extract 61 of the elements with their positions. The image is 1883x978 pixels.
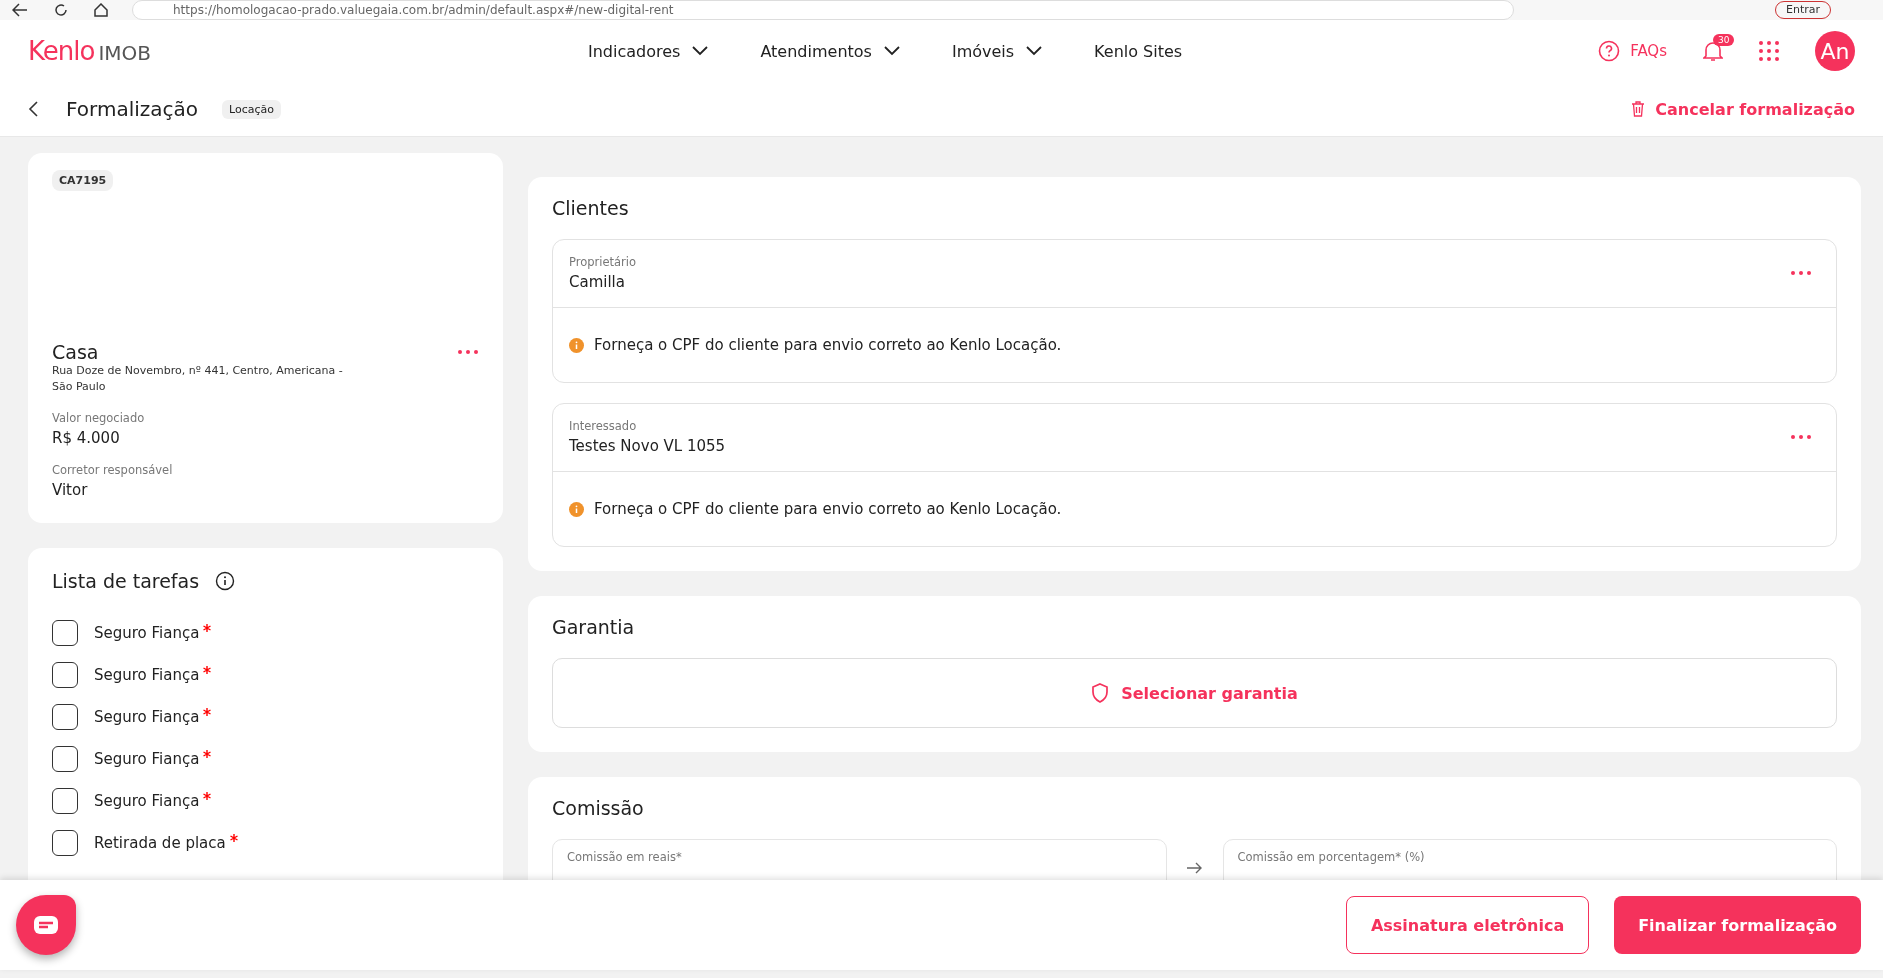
info-icon[interactable] — [215, 571, 236, 591]
property-code: CA7195 — [52, 170, 114, 191]
help-icon — [1598, 40, 1621, 62]
client-role: Proprietário — [569, 255, 637, 269]
select-guarantee-button[interactable]: Selecionar garantia — [552, 658, 1837, 728]
nav-menu-item[interactable]: Kenlo Sites — [1094, 41, 1183, 61]
shield-icon — [1091, 683, 1110, 703]
section-title: Garantia — [552, 616, 636, 638]
more-icon[interactable] — [1790, 434, 1812, 440]
nav-menu-item[interactable]: Atendimentos — [760, 41, 900, 61]
task-label: Seguro Fiança — [94, 750, 200, 768]
cancel-button[interactable]: Cancelar formalização — [1631, 99, 1855, 119]
finalize-button[interactable]: Finalizar formalização — [1614, 896, 1861, 954]
signature-button[interactable]: Assinatura eletrônica — [1345, 896, 1590, 954]
property-address: Rua Doze de Novembro, nº 441, Centro, Americana - São Paulo — [52, 363, 344, 395]
checkbox[interactable] — [52, 830, 78, 856]
section-title: Lista de tarefas — [52, 570, 200, 592]
property-type: Casa — [52, 341, 99, 363]
chat-button[interactable] — [16, 895, 76, 955]
task-label: Seguro Fiança — [94, 624, 200, 642]
client-name: Testes Novo VL 1055 — [569, 437, 726, 455]
chat-icon — [34, 916, 58, 934]
client-role: Interessado — [569, 419, 638, 433]
notification-badge: 30 — [1713, 34, 1735, 46]
task-label: Seguro Fiança — [94, 708, 200, 726]
logo[interactable]: Kenlo IMOB — [28, 36, 588, 66]
field-label: Valor negociado — [52, 411, 146, 425]
home-icon[interactable] — [94, 3, 108, 17]
more-icon[interactable] — [1790, 270, 1812, 276]
task-label: Seguro Fiança — [94, 666, 200, 684]
task-label: Seguro Fiança — [94, 792, 200, 810]
warning-icon — [569, 501, 584, 517]
apps-grid-icon[interactable] — [1759, 41, 1779, 61]
faq-link[interactable]: FAQs — [1598, 40, 1667, 62]
more-icon[interactable] — [457, 349, 479, 355]
user-avatar[interactable]: An — [1815, 31, 1855, 71]
checkbox[interactable] — [52, 746, 78, 772]
nav-menu-item[interactable]: Imóveis — [951, 41, 1043, 61]
field-label: Corretor responsável — [52, 463, 174, 477]
warning-icon — [569, 337, 584, 353]
page-title: Formalização — [66, 97, 198, 121]
reload-icon[interactable] — [54, 3, 68, 17]
checkbox[interactable] — [52, 662, 78, 688]
type-tag: Locação — [222, 99, 281, 119]
field-value: R$ 4.000 — [52, 429, 121, 447]
field-value: Vitor — [52, 481, 89, 499]
address-bar[interactable]: https://homologacao-prado.valuegaia.com.br/admin/default.aspx#/new-digital-rent — [132, 0, 1514, 20]
checkbox[interactable] — [52, 620, 78, 646]
section-title: Clientes — [552, 197, 630, 219]
trash-icon — [1631, 101, 1646, 117]
arrow-right-icon — [1186, 861, 1203, 874]
checkbox[interactable] — [52, 788, 78, 814]
back-icon[interactable] — [28, 101, 38, 117]
back-icon[interactable] — [12, 3, 28, 17]
nav-menu-item[interactable]: Indicadores — [588, 41, 709, 61]
section-title: Comissão — [552, 797, 645, 819]
checkbox[interactable] — [52, 704, 78, 730]
client-name: Camilla — [569, 273, 626, 291]
task-label: Retirada de placa — [94, 834, 226, 852]
warning-message: Forneça o CPF do cliente para envio correto ao Kenlo Locação. — [594, 336, 1062, 354]
warning-message: Forneça o CPF do cliente para envio correto ao Kenlo Locação. — [594, 500, 1062, 518]
